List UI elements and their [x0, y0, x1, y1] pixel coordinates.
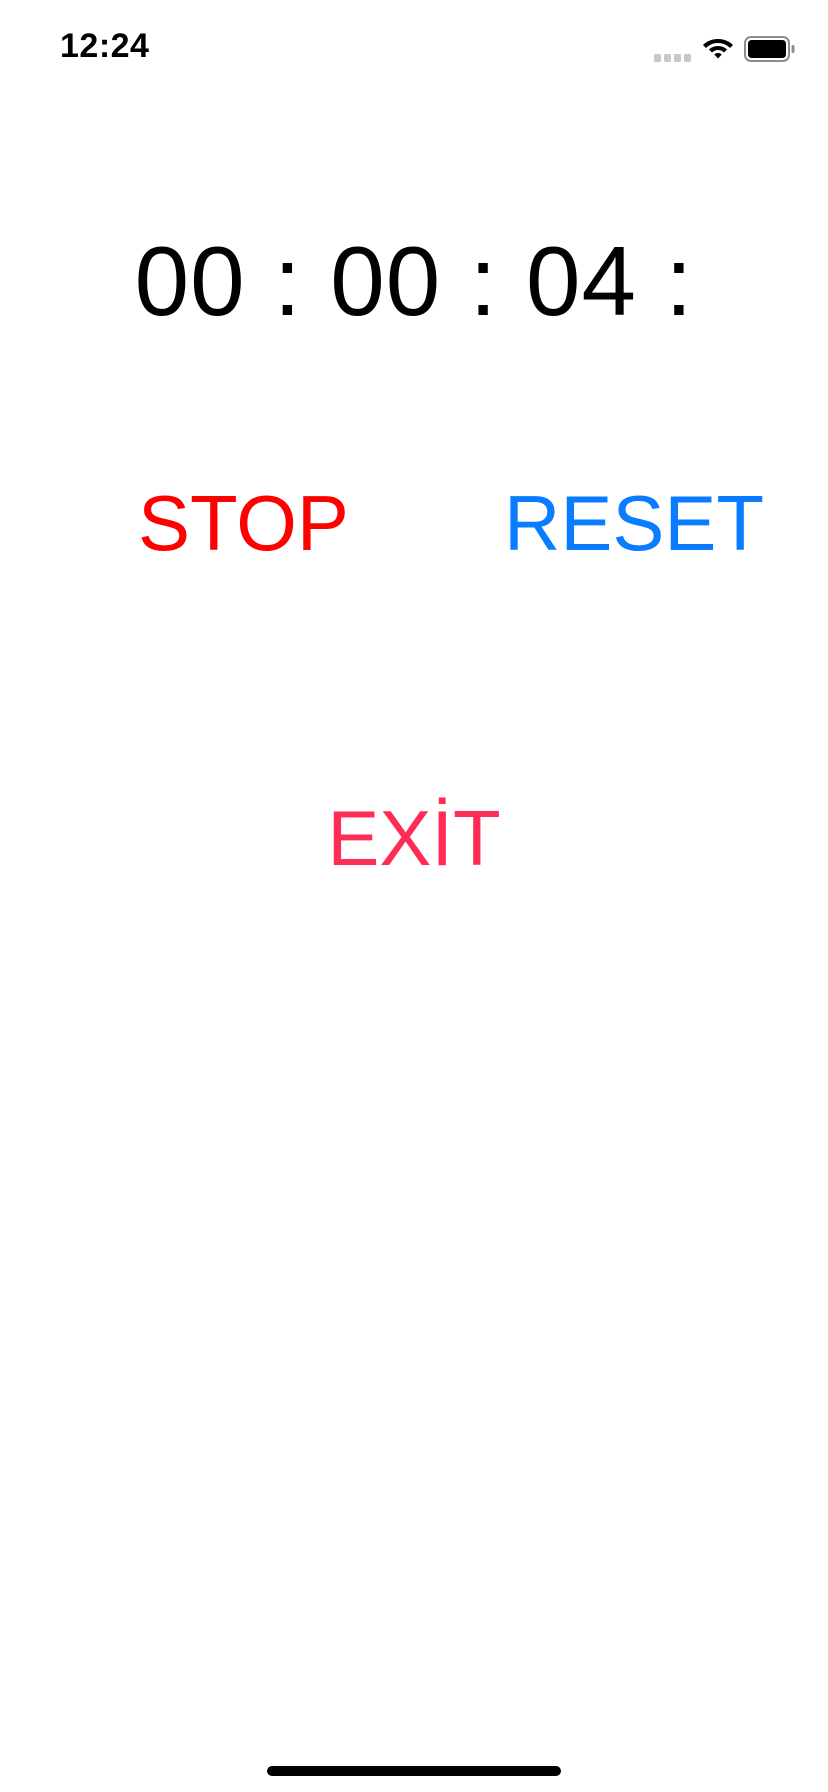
wifi-icon: [703, 39, 733, 59]
timer-display: 00 : 00 : 04 :: [134, 226, 694, 336]
battery-icon: [744, 36, 795, 62]
reset-button[interactable]: RESET: [504, 478, 764, 569]
status-bar: 12:24: [0, 0, 828, 100]
home-indicator[interactable]: [267, 1766, 561, 1776]
status-time: 12:24: [60, 27, 150, 65]
cellular-signal-icon: [654, 54, 691, 62]
exit-button[interactable]: EXİT: [0, 793, 828, 884]
stop-button[interactable]: STOP: [138, 478, 349, 569]
